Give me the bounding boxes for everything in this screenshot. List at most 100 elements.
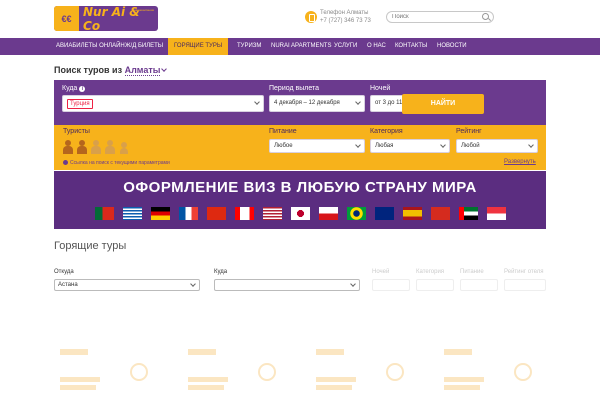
card-name-placeholder: [444, 385, 480, 390]
portugal-flag: [95, 207, 114, 220]
departure-city-selector[interactable]: Алматы: [124, 65, 161, 76]
search-input[interactable]: [387, 12, 477, 22]
germany-flag: [151, 207, 170, 220]
flame-icon: [386, 363, 404, 381]
nav-item-hot-tours[interactable]: Горящие туры: [168, 38, 229, 55]
chevron-down-icon: [355, 99, 361, 105]
tourists-label: Туристы: [63, 128, 90, 135]
card-name-placeholder: [60, 377, 100, 382]
hot-nights-label: Ночей: [372, 269, 390, 275]
food-value: Любое: [274, 143, 293, 149]
food-label: Питание: [269, 128, 297, 135]
czech-flag: [319, 207, 338, 220]
australia-flag: [375, 207, 394, 220]
hot-tours-title: Горящие туры: [54, 240, 127, 252]
info-icon[interactable]: i: [79, 86, 86, 92]
category-select[interactable]: Любая: [370, 139, 450, 153]
logo-subtitle: авиакомпания: [134, 8, 154, 12]
nights-value: от 3 до 11: [375, 100, 403, 106]
nav-item-trains[interactable]: Ж/д билеты: [125, 38, 163, 55]
from-label: Откуда: [54, 269, 74, 275]
card-price-placeholder: [60, 349, 88, 355]
nav-item-flights[interactable]: Авиабилеты онлайн: [56, 38, 125, 55]
brazil-flag: [347, 207, 366, 220]
tour-search-title: Поиск туров из Алматы: [54, 65, 168, 76]
destination-tag[interactable]: Турция: [67, 99, 93, 109]
uae-flag: [459, 207, 478, 220]
tour-card[interactable]: [438, 345, 556, 400]
chevron-down-icon: [355, 142, 361, 148]
tour-card[interactable]: [54, 345, 172, 400]
hot-category-label: Категория: [416, 269, 445, 275]
tourist-adult-icon[interactable]: [105, 140, 115, 154]
tourist-child-icon[interactable]: [120, 142, 128, 154]
search-icon[interactable]: [482, 13, 489, 20]
spain-flag: [403, 207, 422, 220]
category-label: Категория: [370, 128, 403, 135]
link-icon: [63, 160, 68, 166]
tour-search-title-text: Поиск туров из: [54, 65, 123, 75]
phone-icon: [305, 11, 317, 23]
card-name-placeholder: [316, 377, 356, 382]
find-tours-button[interactable]: НАЙТИ: [402, 94, 484, 114]
site-header: €€ Nur Ai & Co авиакомпания Телефон Алма…: [0, 0, 600, 38]
rating-value: Любой: [461, 143, 480, 149]
usa-flag: [263, 207, 282, 220]
nights-label: Ночей: [370, 85, 391, 92]
card-name-placeholder: [188, 385, 224, 390]
nav-item-services[interactable]: Услуги: [334, 38, 357, 55]
tour-card[interactable]: [182, 345, 300, 400]
nav-item-about[interactable]: О нас: [367, 38, 386, 55]
company-logo[interactable]: €€ Nur Ai & Co авиакомпания: [54, 5, 158, 33]
flame-icon: [130, 363, 148, 381]
food-select[interactable]: Любое: [269, 139, 365, 153]
phone-number[interactable]: +7 (727) 346 73 73: [320, 18, 371, 24]
tourist-adult-icon[interactable]: [91, 140, 101, 154]
expand-filters-link[interactable]: Развернуть: [504, 159, 536, 165]
france-flag: [179, 207, 198, 220]
flame-icon: [258, 363, 276, 381]
nav-item-contacts[interactable]: Контакты: [395, 38, 427, 55]
visa-banner[interactable]: ОФОРМЛЕНИЕ ВИЗ В ЛЮБУЮ СТРАНУ МИРА: [54, 171, 546, 229]
canada-flag: [235, 207, 254, 220]
period-value: 4 декабря – 12 декабря: [274, 100, 340, 106]
flame-icon: [514, 363, 532, 381]
chevron-down-icon: [528, 142, 534, 148]
site-search: [386, 11, 494, 23]
tourist-adult-icon[interactable]: [63, 140, 73, 154]
chevron-down-icon: [254, 99, 260, 105]
nav-item-apartments[interactable]: Nurai Apartments: [271, 38, 331, 55]
chevron-down-icon: [350, 281, 356, 287]
tourist-adult-icon[interactable]: [77, 140, 87, 154]
hot-rating-label: Рейтинг отеля: [504, 269, 544, 275]
category-value: Любая: [375, 143, 394, 149]
hot-food-select[interactable]: [460, 279, 498, 291]
nav-item-news[interactable]: Новости: [437, 38, 467, 55]
chevron-down-icon[interactable]: [161, 66, 168, 72]
chevron-down-icon: [440, 142, 446, 148]
card-name-placeholder: [60, 385, 96, 390]
period-field[interactable]: 4 декабря – 12 декабря: [269, 95, 365, 112]
to-label: Куда: [214, 269, 228, 275]
period-label: Период вылета: [269, 85, 320, 92]
hot-nights-select[interactable]: [372, 279, 410, 291]
search-link[interactable]: Ссылка на поиск с текущими параметрами: [63, 160, 170, 166]
card-name-placeholder: [444, 377, 484, 382]
nav-item-tourism[interactable]: Туризм: [237, 38, 261, 55]
main-nav: Авиабилеты онлайн Ж/д билеты Горящие тур…: [0, 38, 600, 55]
from-select[interactable]: Астана: [54, 279, 200, 291]
to-select[interactable]: [214, 279, 360, 291]
card-price-placeholder: [188, 349, 216, 355]
from-value: Астана: [58, 282, 78, 288]
card-price-placeholder: [444, 349, 472, 355]
logo-wings-icon: €€: [54, 6, 80, 31]
china-flag: [207, 207, 226, 220]
chevron-down-icon: [190, 281, 196, 287]
search-link-text: Ссылка на поиск с текущими параметрами: [70, 160, 170, 166]
hot-rating-select[interactable]: [504, 279, 546, 291]
rating-select[interactable]: Любой: [456, 139, 538, 153]
card-price-placeholder: [316, 349, 344, 355]
tour-card[interactable]: [310, 345, 428, 400]
destination-field[interactable]: Турция: [62, 95, 264, 112]
hot-category-select[interactable]: [416, 279, 454, 291]
